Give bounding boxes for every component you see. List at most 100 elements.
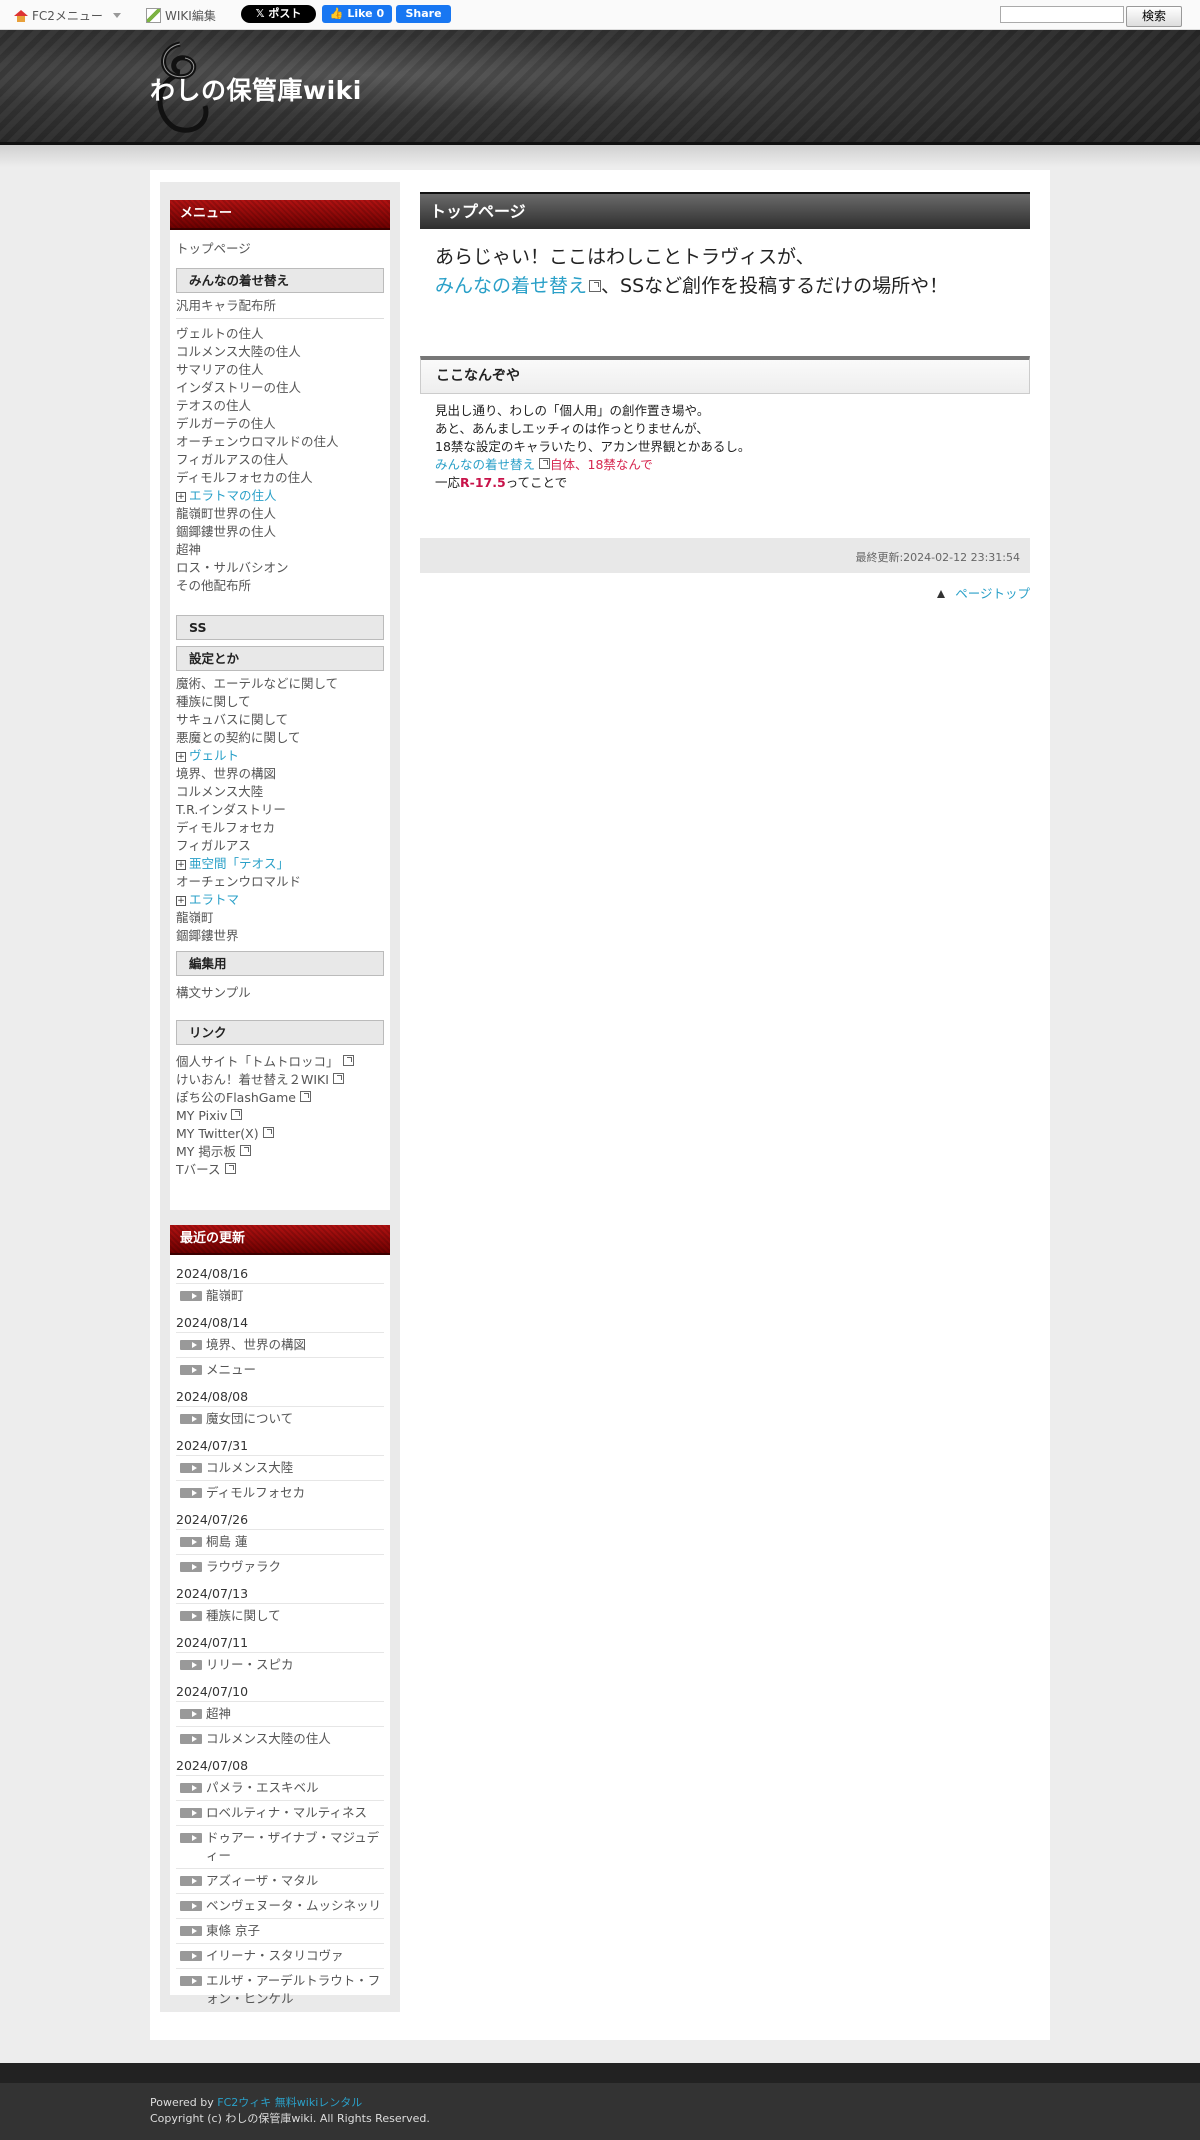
menu-item[interactable]: テオスの住人 bbox=[176, 397, 384, 415]
fc2-wiki-link[interactable]: FC2ウィキ 無料wikiレンタル bbox=[217, 2096, 362, 2109]
expand-plus-icon[interactable]: + bbox=[176, 896, 186, 906]
expand-plus-icon[interactable]: + bbox=[176, 860, 186, 870]
menu-item[interactable]: フィガルアス bbox=[176, 837, 384, 855]
facebook-share-button[interactable]: Share bbox=[396, 5, 451, 23]
external-link[interactable]: 個人サイト「トムトロッコ」 bbox=[176, 1053, 384, 1071]
recent-item[interactable]: 境界、世界の構図 bbox=[176, 1332, 384, 1357]
copyright: Copyright (c) わしの保管庫wiki. All Rights Res… bbox=[150, 2112, 430, 2125]
wiki-edit-button[interactable]: WIKI編集 bbox=[146, 7, 216, 24]
menu-item[interactable]: 錮鎁鏤世界 bbox=[176, 927, 384, 945]
recent-item[interactable]: 東條 京子 bbox=[176, 1918, 384, 1943]
menu-item[interactable]: コルメンス大陸 bbox=[176, 783, 384, 801]
recent-item[interactable]: 桐島 蓮 bbox=[176, 1529, 384, 1554]
menu-item[interactable]: 汎用キャラ配布所 bbox=[176, 297, 384, 315]
menu-item[interactable]: デルガーテの住人 bbox=[176, 415, 384, 433]
menu-item-expandable[interactable]: + エラトマの住人 bbox=[176, 487, 384, 505]
site-title[interactable]: わしの保管庫wiki bbox=[150, 71, 362, 107]
external-link[interactable]: MY 掲示板 bbox=[176, 1143, 384, 1161]
external-link-icon bbox=[231, 1109, 243, 1120]
expand-plus-icon[interactable]: + bbox=[176, 492, 186, 502]
menu-item[interactable]: オーチェンウロマルドの住人 bbox=[176, 433, 384, 451]
recent-item[interactable]: リリー・スピカ bbox=[176, 1652, 384, 1677]
play-icon bbox=[180, 1660, 202, 1670]
menu-item[interactable]: 龍嶺町世界の住人 bbox=[176, 505, 384, 523]
recent-item[interactable]: アズィーザ・マタル bbox=[176, 1868, 384, 1893]
menu-item[interactable]: 種族に関して bbox=[176, 693, 384, 711]
expand-plus-icon[interactable]: + bbox=[176, 752, 186, 762]
recent-item[interactable]: コルメンス大陸 bbox=[176, 1455, 384, 1480]
menu-item-expandable[interactable]: + 亜空間「テオス」 bbox=[176, 855, 384, 873]
wiki-edit-label: WIKI編集 bbox=[165, 9, 216, 23]
body-line: 一応R-17.5ってことで bbox=[435, 474, 1015, 492]
link-label: 個人サイト「トムトロッコ」 bbox=[176, 1054, 339, 1069]
menu-item-top[interactable]: トップページ bbox=[176, 240, 384, 258]
menu-item[interactable]: フィガルアスの住人 bbox=[176, 451, 384, 469]
menu-item[interactable]: T.R.インダストリー bbox=[176, 801, 384, 819]
play-icon bbox=[180, 1340, 202, 1350]
fc2-menu-button[interactable]: FC2メニュー bbox=[14, 7, 121, 24]
external-link-icon bbox=[299, 1091, 311, 1102]
search-button[interactable]: 検索 bbox=[1126, 6, 1182, 27]
external-link-icon bbox=[342, 1055, 354, 1066]
recent-item[interactable]: ドゥアー・ザイナブ・マジュディー bbox=[176, 1825, 384, 1868]
recent-item[interactable]: コルメンス大陸の住人 bbox=[176, 1726, 384, 1751]
recent-item[interactable]: 種族に関して bbox=[176, 1603, 384, 1628]
external-link[interactable]: MY Pixiv bbox=[176, 1107, 384, 1125]
recent-item-label: 種族に関して bbox=[206, 1608, 281, 1623]
header-shade bbox=[0, 145, 1200, 167]
page-top-link[interactable]: ページトップ bbox=[420, 583, 1030, 602]
menu-item[interactable]: その他配布所 bbox=[176, 577, 384, 595]
recent-item-label: メニュー bbox=[206, 1362, 257, 1377]
menu-item[interactable]: 錮鎁鏤世界の住人 bbox=[176, 523, 384, 541]
menu-item[interactable]: インダストリーの住人 bbox=[176, 379, 384, 397]
recent-item[interactable]: 龍嶺町 bbox=[176, 1283, 384, 1308]
menu-item[interactable]: 超神 bbox=[176, 541, 384, 559]
recent-item[interactable]: ディモルフォセカ bbox=[176, 1480, 384, 1505]
menu-item[interactable]: 龍嶺町 bbox=[176, 909, 384, 927]
menu-item[interactable]: 魔術、エーテルなどに関して bbox=[176, 675, 384, 693]
recent-item[interactable]: ベンヴェヌータ・ムッシネッリ bbox=[176, 1893, 384, 1918]
menu-section-heading: 設定とか bbox=[176, 646, 384, 671]
recent-item-label: リリー・スピカ bbox=[206, 1657, 294, 1672]
menu-item[interactable]: ディモルフォセカ bbox=[176, 819, 384, 837]
recent-item[interactable]: ラウヴァラク bbox=[176, 1554, 384, 1579]
external-link-icon bbox=[262, 1127, 274, 1138]
recent-item[interactable]: パメラ・エスキベル bbox=[176, 1775, 384, 1800]
external-link[interactable]: けいおん！着せ替え２WIKI bbox=[176, 1071, 384, 1089]
menu-item[interactable]: コルメンス大陸の住人 bbox=[176, 343, 384, 361]
menu-item[interactable]: ヴェルトの住人 bbox=[176, 325, 384, 343]
recent-item[interactable]: ロベルティナ・マルティネス bbox=[176, 1800, 384, 1825]
menu-item[interactable]: サキュバスに関して bbox=[176, 711, 384, 729]
site-header: わしの保管庫wiki bbox=[0, 30, 1200, 145]
play-icon bbox=[180, 1463, 202, 1473]
search-input[interactable] bbox=[1000, 6, 1124, 23]
external-link[interactable]: Tバース bbox=[176, 1161, 384, 1179]
body-link[interactable]: みんなの着せ替え bbox=[435, 457, 535, 472]
recent-item[interactable]: 魔女団について bbox=[176, 1406, 384, 1431]
play-icon bbox=[180, 1562, 202, 1572]
play-icon bbox=[180, 1901, 202, 1911]
menu-item[interactable]: ディモルフォセカの住人 bbox=[176, 469, 384, 487]
facebook-like-button[interactable]: 👍 Like 0 bbox=[322, 5, 392, 23]
menu-item[interactable]: ロス・サルバシオン bbox=[176, 559, 384, 577]
menu-item[interactable]: サマリアの住人 bbox=[176, 361, 384, 379]
menu-item[interactable]: 悪魔との契約に関して bbox=[176, 729, 384, 747]
external-link[interactable]: ぽち公のFlashGame bbox=[176, 1089, 384, 1107]
recent-item[interactable]: エルザ・アーデルトラウト・フォン・ヒンケル bbox=[176, 1968, 384, 2011]
recent-item-label: 超神 bbox=[206, 1706, 232, 1721]
menu-item[interactable]: 境界、世界の構図 bbox=[176, 765, 384, 783]
external-link[interactable]: MY Twitter(X) bbox=[176, 1125, 384, 1143]
menu-item-expandable[interactable]: + エラトマ bbox=[176, 891, 384, 909]
menu-section-heading: 編集用 bbox=[176, 951, 384, 976]
recent-item-label: 龍嶺町 bbox=[206, 1288, 244, 1303]
menu-item[interactable]: 構文サンプル bbox=[176, 984, 384, 1002]
recent-item-label: コルメンス大陸 bbox=[206, 1460, 294, 1475]
intro-link[interactable]: みんなの着せ替え bbox=[435, 275, 587, 297]
x-post-button[interactable]: 𝕏 ポスト bbox=[241, 5, 316, 23]
play-icon bbox=[180, 1808, 202, 1818]
recent-item[interactable]: メニュー bbox=[176, 1357, 384, 1382]
recent-item[interactable]: 超神 bbox=[176, 1701, 384, 1726]
menu-item[interactable]: オーチェンウロマルド bbox=[176, 873, 384, 891]
menu-item-expandable[interactable]: + ヴェルト bbox=[176, 747, 384, 765]
recent-item[interactable]: イリーナ・スタリコヴァ bbox=[176, 1943, 384, 1968]
